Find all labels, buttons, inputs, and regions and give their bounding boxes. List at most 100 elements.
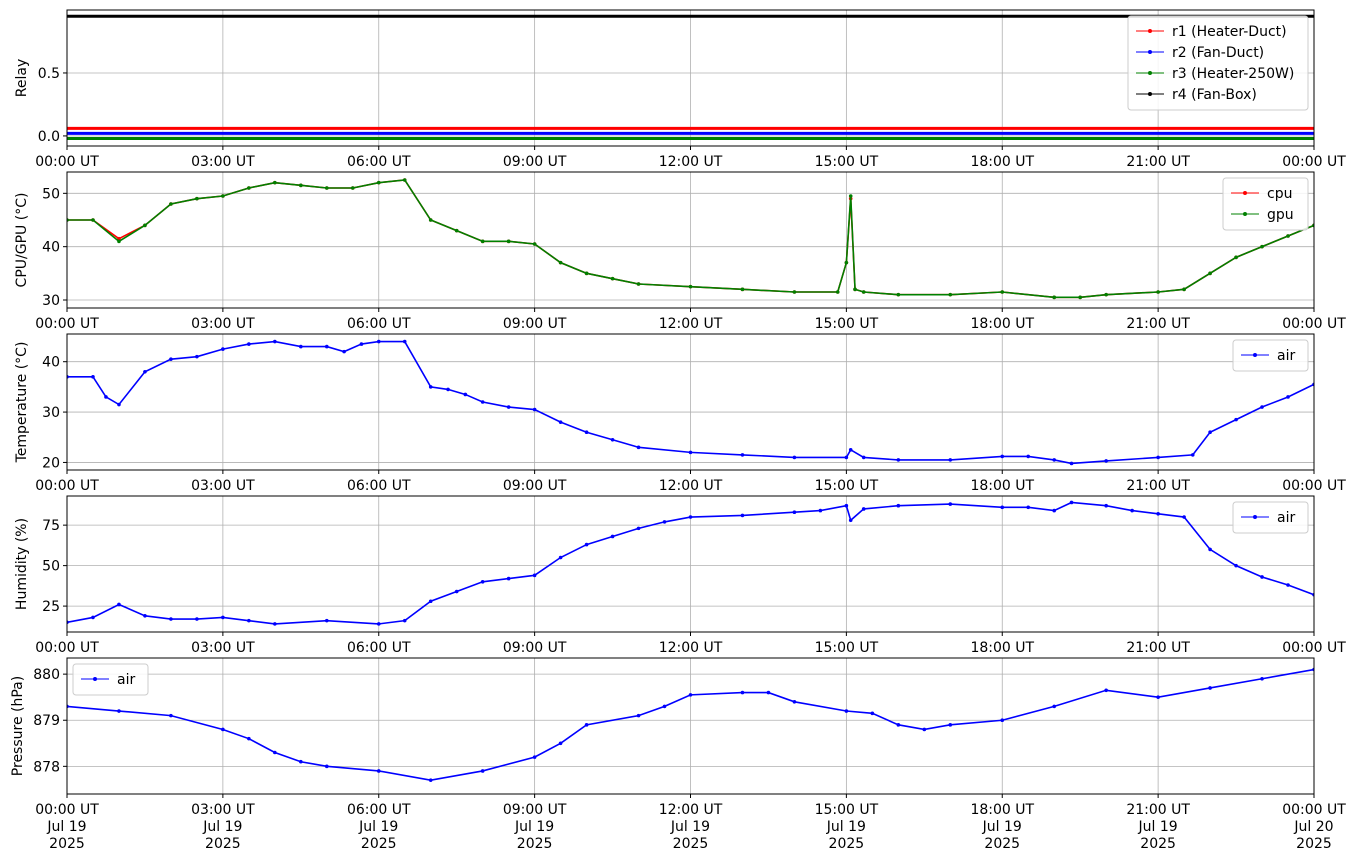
data-point (273, 750, 277, 755)
data-point (247, 736, 251, 741)
legend-box (1222, 177, 1309, 231)
x-date-label: 2025 (361, 836, 397, 852)
x-tick-label: 12:00 UT (659, 802, 723, 818)
x-tick-label: 12:00 UT (659, 640, 723, 656)
data-point (1234, 563, 1238, 568)
data-point (376, 339, 381, 344)
data-point (428, 599, 433, 604)
data-point (299, 344, 303, 349)
y-tick-label: 0.0 (38, 129, 60, 145)
data-point (848, 518, 853, 523)
data-point (1104, 688, 1108, 693)
data-point (506, 239, 511, 244)
y-tick-label: 75 (42, 518, 60, 534)
panel-2: 30 40 50 CPU/GPU (°C) 00:00 UT 03:00 UT 06:00 … (14, 171, 1346, 332)
data-point (480, 769, 485, 773)
y-tick-label: 30 (42, 293, 60, 309)
data-point (558, 420, 563, 424)
data-point (1156, 455, 1160, 460)
y-tick-label: 20 (42, 455, 60, 471)
x-tick-label: 09:00 UT (503, 154, 567, 170)
panel-5: 878879880Pressure (hPa)00:00 UTJul 19202… (10, 657, 1346, 852)
x-tick-label: 18:00 UT (970, 478, 1034, 494)
x-tick-label: 03:00 UT (191, 478, 255, 494)
data-point (402, 618, 407, 623)
data-point (376, 622, 381, 626)
data-point (428, 778, 433, 782)
data-point (247, 618, 251, 623)
data-point (1286, 583, 1290, 587)
data-point (1026, 454, 1031, 459)
x-tick-label: 15:00 UT (815, 478, 879, 494)
data-point (195, 354, 199, 359)
data-point (861, 507, 866, 511)
data-point (896, 723, 901, 727)
x-tick-label: 00:00 UT (35, 802, 99, 818)
data-point (861, 455, 866, 460)
x-tick-label: 06:00 UT (347, 802, 411, 818)
x-tick-label: 00:00 UT (35, 316, 99, 332)
data-point (896, 458, 901, 462)
x-tick-label: 15:00 UT (815, 154, 879, 170)
x-date-label: 2025 (1140, 836, 1176, 852)
data-point (1260, 676, 1264, 681)
data-point (1190, 453, 1195, 457)
x-tick-label: 06:00 UT (347, 316, 411, 332)
x-tick-label: 12:00 UT (659, 478, 723, 494)
data-point (1182, 515, 1186, 519)
y-tick-label: 50 (42, 559, 60, 575)
data-point (1182, 287, 1186, 292)
x-date-label: 2025 (517, 836, 553, 852)
data-point (558, 741, 563, 746)
data-point (1104, 459, 1108, 463)
data-point (844, 503, 849, 508)
data-point (1052, 458, 1057, 462)
data-point (1208, 430, 1212, 435)
x-tick-label: 03:00 UT (191, 802, 255, 818)
data-point (1104, 503, 1108, 508)
data-point (299, 759, 303, 764)
x-date-label: Jul 19 (514, 819, 554, 835)
data-point (948, 502, 953, 506)
data-point (636, 526, 641, 531)
data-point (428, 385, 433, 389)
data-point (688, 450, 693, 455)
data-point (948, 723, 953, 727)
legend-label: air (1277, 348, 1295, 364)
x-tick-label: 03:00 UT (191, 154, 255, 170)
legend-marker (1253, 515, 1257, 519)
data-point (324, 186, 329, 190)
data-point (636, 713, 641, 718)
data-point (143, 614, 147, 618)
data-point (324, 344, 329, 349)
x-tick-label: 00:00 UT (1282, 802, 1346, 818)
y-tick-label: 25 (42, 599, 60, 615)
data-point (1000, 454, 1005, 459)
data-point (610, 437, 615, 442)
x-tick-label: 06:00 UT (347, 640, 411, 656)
data-point (870, 711, 875, 716)
x-tick-label: 03:00 UT (191, 640, 255, 656)
data-point (558, 260, 563, 265)
y-tick-label: 30 (42, 405, 60, 421)
data-point (792, 455, 797, 460)
data-point (324, 764, 329, 769)
data-point (1052, 508, 1057, 513)
data-point (610, 534, 615, 539)
data-point (117, 709, 121, 713)
x-date-label: 2025 (673, 836, 709, 852)
legend: air (72, 663, 149, 696)
data-point (896, 292, 901, 297)
data-point (169, 202, 173, 206)
data-point (324, 618, 329, 623)
data-point (376, 769, 381, 773)
data-point (221, 615, 225, 620)
data-point (835, 290, 840, 294)
x-date-label: 2025 (1296, 836, 1332, 852)
y-tick-label: 879 (33, 713, 60, 729)
data-point (1208, 547, 1212, 552)
data-point (195, 196, 199, 201)
x-tick-label: 21:00 UT (1126, 478, 1190, 494)
legend-label: gpu (1267, 207, 1294, 223)
data-point (169, 617, 173, 621)
